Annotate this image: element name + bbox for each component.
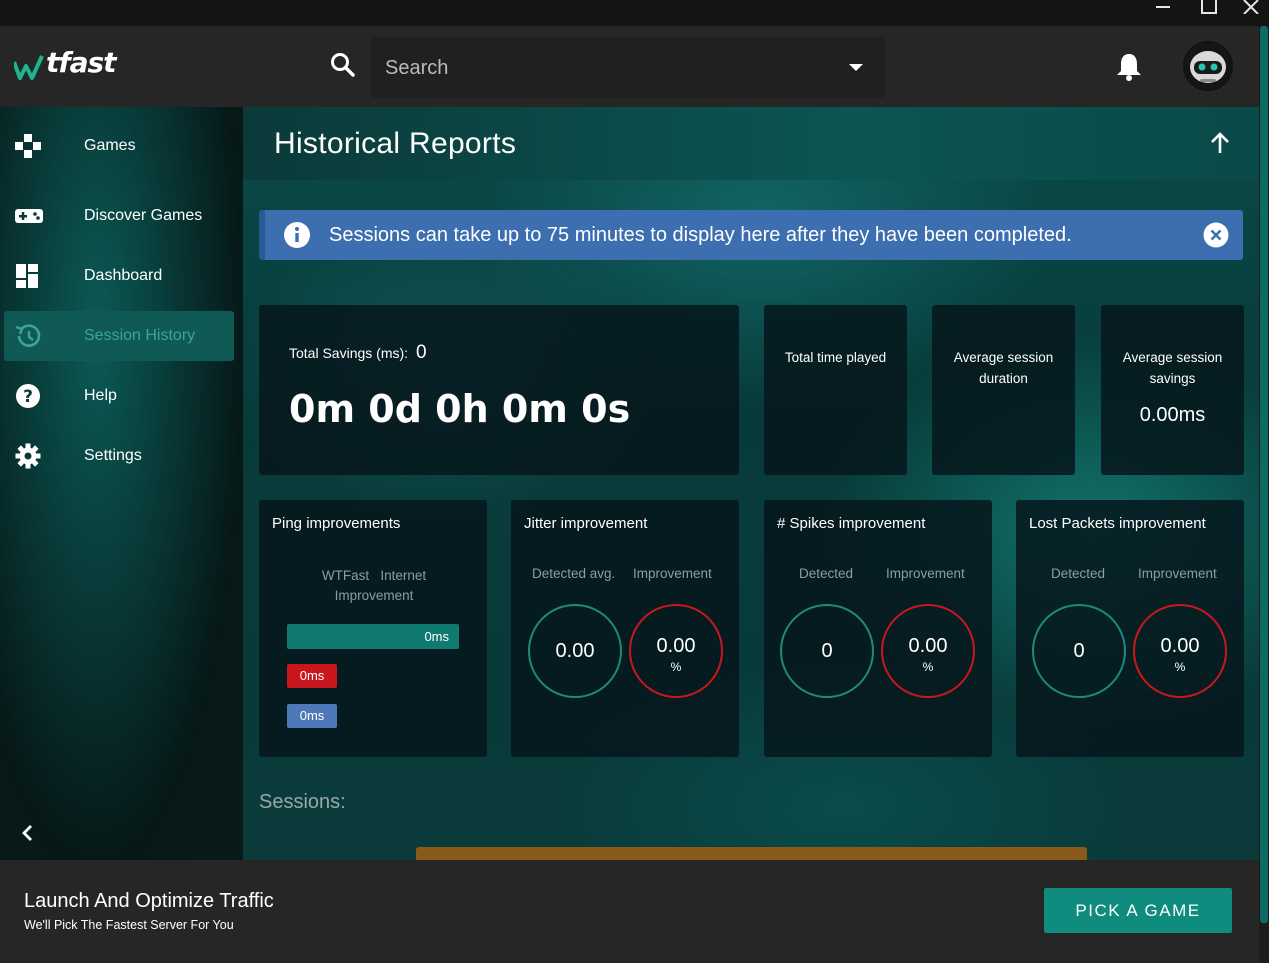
pick-a-game-button[interactable]: PICK A GAME xyxy=(1044,888,1232,933)
detected-ring: 0 xyxy=(780,604,874,698)
sidebar: Games Discover Games Dashboard Session H… xyxy=(0,107,243,860)
improvement-ring: 0.00 % xyxy=(1133,604,1227,698)
ring-unit: % xyxy=(670,660,682,674)
ring-unit: % xyxy=(922,660,934,674)
sidebar-item-settings[interactable]: Settings xyxy=(4,431,234,481)
column-label: Detected xyxy=(1051,566,1106,581)
logo-text: tfast xyxy=(46,46,117,79)
ring-value: 0 xyxy=(821,640,833,662)
total-savings-card: Total Savings (ms): 0 0m 0d 0h 0m 0s xyxy=(259,305,739,475)
search-input[interactable] xyxy=(385,55,825,81)
help-icon: ? xyxy=(14,383,42,409)
improvement-ping-bar: 0ms xyxy=(287,704,337,728)
main-content: Historical Reports Sessions can take up … xyxy=(243,107,1259,860)
internet-ping-bar: 0ms xyxy=(287,664,337,688)
stat-value: 0.00ms xyxy=(1139,404,1206,426)
gear-icon xyxy=(14,443,42,469)
scrollbar-thumb[interactable] xyxy=(1260,26,1268,923)
dashboard-icon xyxy=(14,263,42,289)
card-title: Jitter improvement xyxy=(524,515,648,532)
spikes-improvement-card: # Spikes improvement Detected Improvemen… xyxy=(764,500,992,757)
controller-icon xyxy=(14,203,43,229)
sidebar-item-dashboard[interactable]: Dashboard xyxy=(4,251,234,301)
sidebar-item-label: Help xyxy=(84,387,117,404)
ping-legend: WTFast Internet Improvement xyxy=(289,566,459,606)
bar-value: 0ms xyxy=(424,629,449,644)
arrow-up-icon[interactable] xyxy=(1209,131,1231,160)
info-alert: Sessions can take up to 75 minutes to di… xyxy=(259,210,1243,260)
stat-label: Average session duration xyxy=(953,350,1054,386)
ring-value: 0.00 xyxy=(1160,635,1200,657)
page-header: Historical Reports xyxy=(243,107,1259,180)
svg-text:?: ? xyxy=(23,387,33,407)
sidebar-item-label: Settings xyxy=(84,447,142,464)
footer-subtitle: We'll Pick The Fastest Server For You xyxy=(24,918,234,932)
detected-ring: 0 xyxy=(1032,604,1126,698)
sidebar-item-label: Dashboard xyxy=(84,267,163,284)
stat-label: Total time played xyxy=(784,350,887,365)
lost-packets-improvement-card: Lost Packets improvement Detected Improv… xyxy=(1016,500,1244,757)
sidebar-item-label: Discover Games xyxy=(84,207,203,224)
wtfast-ping-bar: 0ms xyxy=(287,624,459,649)
sidebar-item-label: Games xyxy=(84,137,136,154)
column-label: Detected avg. xyxy=(532,566,616,581)
column-label: Improvement xyxy=(633,566,712,581)
chevron-down-icon[interactable] xyxy=(849,64,863,71)
card-title: Ping improvements xyxy=(272,515,401,532)
ring-unit: % xyxy=(1174,660,1186,674)
sidebar-item-discover-games[interactable]: Discover Games xyxy=(4,191,234,241)
collapse-sidebar-icon[interactable] xyxy=(18,823,38,843)
detected-ring: 0.00 xyxy=(528,604,622,698)
sessions-heading: Sessions: xyxy=(259,791,346,813)
history-icon xyxy=(14,323,42,349)
session-row[interactable] xyxy=(416,847,1087,860)
total-savings-value: 0 xyxy=(415,342,427,363)
column-label: Detected xyxy=(799,566,854,581)
sidebar-item-help[interactable]: ? Help xyxy=(4,371,234,421)
sidebar-item-games[interactable]: Games xyxy=(4,121,234,171)
ring-value: 0.00 xyxy=(908,635,948,657)
close-icon[interactable] xyxy=(1231,0,1269,26)
column-label: Improvement xyxy=(1138,566,1217,581)
maximize-icon[interactable] xyxy=(1187,0,1227,26)
page-title: Historical Reports xyxy=(274,127,517,160)
total-time-played-card: Total time played xyxy=(764,305,907,475)
alert-message: Sessions can take up to 75 minutes to di… xyxy=(329,224,1072,246)
jitter-improvement-card: Jitter improvement Detected avg. Improve… xyxy=(511,500,739,757)
average-session-duration-card: Average session duration xyxy=(932,305,1075,475)
info-icon xyxy=(283,221,311,254)
sidebar-item-session-history[interactable]: Session History xyxy=(4,311,234,361)
ring-value: 0.00 xyxy=(555,640,595,662)
bell-icon[interactable] xyxy=(1115,52,1143,87)
ring-value: 0 xyxy=(1073,640,1085,662)
search-icon[interactable] xyxy=(330,52,356,83)
search-box xyxy=(371,37,885,98)
card-title: # Spikes improvement xyxy=(777,515,926,532)
title-bar xyxy=(0,0,1269,26)
ping-legend-line: WTFast Internet xyxy=(321,568,427,583)
ring-value: 0.00 xyxy=(656,635,696,657)
improvement-ring: 0.00 % xyxy=(629,604,723,698)
ping-legend-line: Improvement xyxy=(334,588,414,603)
close-alert-icon[interactable] xyxy=(1203,222,1229,253)
card-title: Lost Packets improvement xyxy=(1029,515,1206,532)
gamepad-icon xyxy=(14,133,42,159)
stat-label: Average session savings xyxy=(1122,350,1223,386)
total-time-value: 0m 0d 0h 0m 0s xyxy=(289,387,631,431)
column-label: Improvement xyxy=(886,566,965,581)
launch-footer: Launch And Optimize Traffic We'll Pick T… xyxy=(0,860,1259,963)
ping-improvements-card: Ping improvements WTFast Internet Improv… xyxy=(259,500,487,757)
total-savings-label: Total Savings (ms): 0 xyxy=(289,342,427,364)
average-session-savings-card: Average session savings 0.00ms xyxy=(1101,305,1244,475)
total-savings-caption: Total Savings (ms): xyxy=(289,345,409,361)
minimize-icon[interactable] xyxy=(1143,0,1183,26)
sidebar-item-label: Session History xyxy=(84,327,196,344)
app-header: tfast xyxy=(0,26,1269,107)
avatar[interactable] xyxy=(1183,41,1233,91)
improvement-ring: 0.00 % xyxy=(881,604,975,698)
footer-title: Launch And Optimize Traffic xyxy=(24,890,274,912)
